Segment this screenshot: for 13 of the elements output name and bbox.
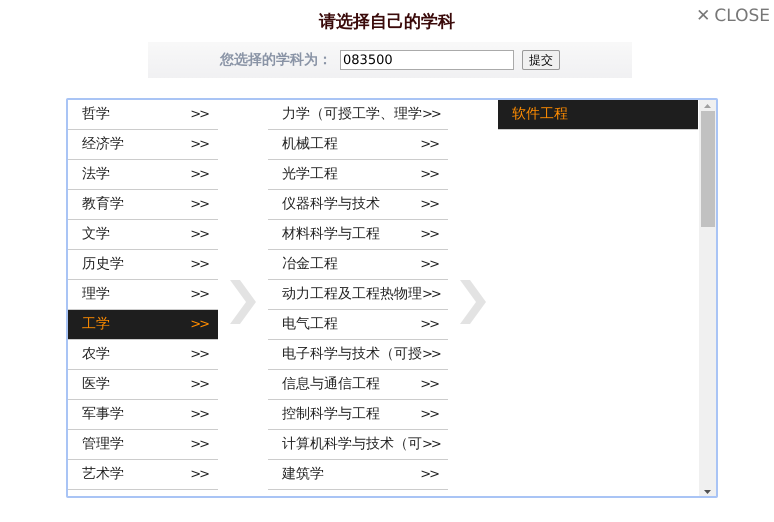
scrollbar[interactable] xyxy=(699,100,716,496)
scrollbar-thumb[interactable] xyxy=(700,111,714,227)
selection-label: 您选择的学科为： xyxy=(220,50,332,70)
subject-code-field[interactable]: 083500 xyxy=(340,50,514,70)
dialog-title: 请选择自己的学科 xyxy=(319,11,455,34)
chevron-icon xyxy=(460,280,486,324)
subject-item[interactable]: 工学 >> xyxy=(68,310,218,340)
scroll-down-icon[interactable] xyxy=(704,490,711,494)
submit-button[interactable]: 提交 xyxy=(522,50,560,70)
subject-item[interactable]: 软件工程 xyxy=(498,100,698,130)
chevron-icon xyxy=(230,280,256,324)
scroll-up-icon[interactable] xyxy=(704,104,711,108)
close-button[interactable]: ✕ CLOSE xyxy=(696,4,770,30)
